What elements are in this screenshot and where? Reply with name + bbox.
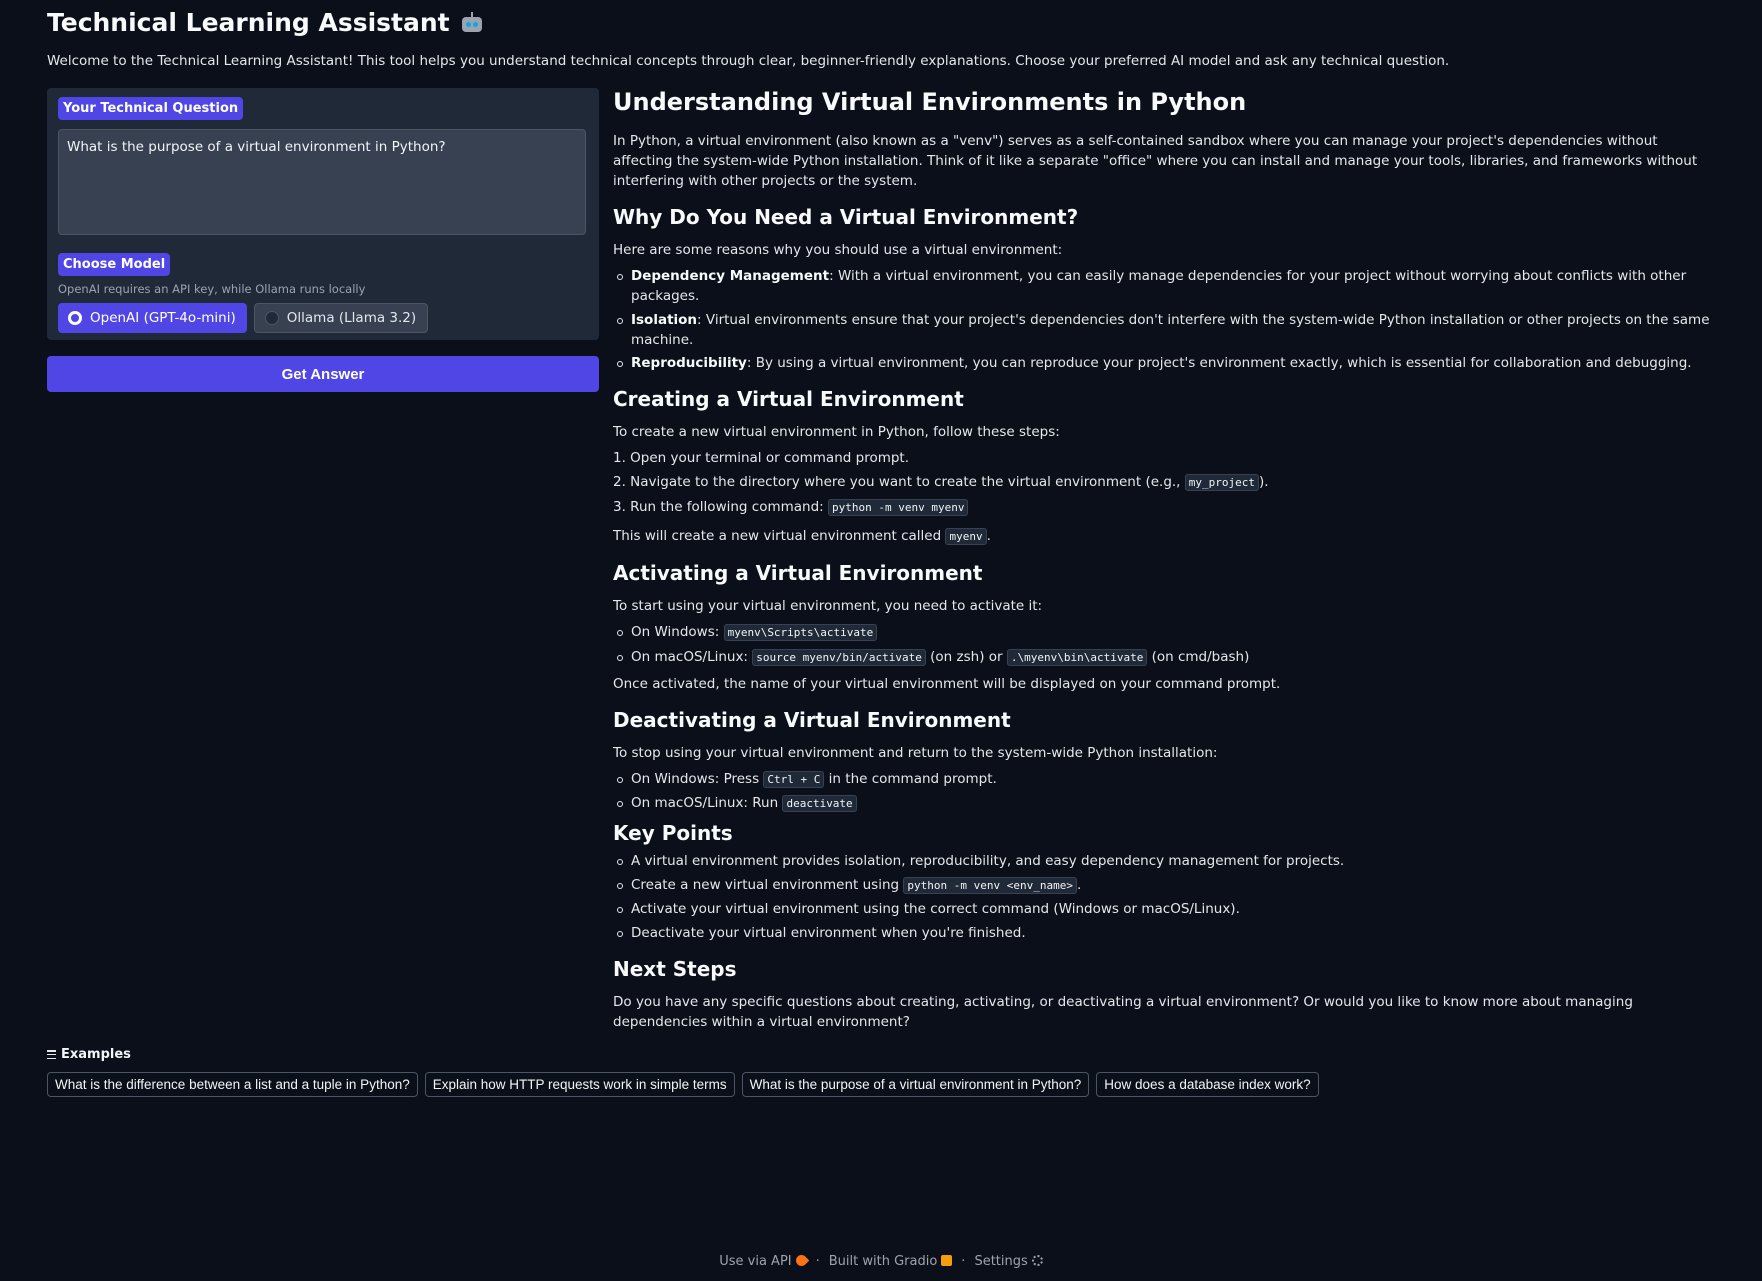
step-item: 1. Open your terminal or command prompt. [613,450,910,466]
list-item: Isolation: Virtual environments ensure t… [617,310,1715,350]
footer: Use via API · Built with Gradio · Settin… [0,1252,1762,1269]
radio-unselected-icon [264,311,279,325]
code-inline: python -m venv <env_name> [903,876,1077,894]
next-heading: Next Steps [613,956,737,981]
list-item: On Windows: Press Ctrl + C in the comman… [617,769,1715,790]
examples-header: Examples [47,1047,1319,1062]
input-panel: Your Technical Question What is the purp… [47,88,599,340]
list-item: On macOS/Linux: Run deactivate [617,793,1715,814]
use-api-link[interactable]: Use via API [719,1252,809,1269]
model-label: Choose Model [58,253,171,276]
model-radio-group: OpenAI (GPT-4o-mini) Ollama (Llama 3.2) [58,303,429,333]
code-inline: myenv\Scripts\activate [723,624,878,641]
deactivate-heading: Deactivating a Virtual Environment [613,707,1011,732]
answer-intro: In Python, a virtual environment (also k… [613,133,1698,189]
create-result: This will create a new virtual environme… [613,528,991,545]
step-item: 2. Navigate to the directory where you w… [613,474,1269,491]
page-title: Technical Learning Assistant [47,8,450,37]
keypoints-heading: Key Points [613,821,733,845]
activate-after: Once activated, the name of your virtual… [613,675,1281,692]
list-item: Reproducibility: By using a virtual envi… [617,353,1715,373]
deactivate-list: On Windows: Press Ctrl + C in the comman… [613,769,1715,815]
code-inline: my_project [1184,474,1259,491]
list-item: Deactivate your virtual environment when… [617,923,1715,943]
examples-label: Examples [61,1047,131,1062]
radio-selected-icon [68,311,82,325]
robot-icon [460,11,484,35]
example-button[interactable]: What is the purpose of a virtual environ… [741,1072,1090,1097]
activate-list: On Windows: myenv\Scripts\activate On ma… [613,622,1715,668]
example-button[interactable]: What is the difference between a list an… [47,1072,418,1097]
list-item: A virtual environment provides isolation… [617,851,1715,871]
step-item: 3. Run the following command: python -m … [613,497,1715,518]
gradio-logo-icon [941,1255,953,1266]
list-icon [47,1050,56,1059]
footer-separator: · [961,1254,966,1269]
question-input[interactable]: What is the purpose of a virtual environ… [58,129,586,235]
code-inline: Ctrl + C [763,770,825,788]
examples-list: What is the difference between a list an… [47,1072,1319,1097]
rocket-icon [793,1252,809,1269]
keypoints-list: A virtual environment provides isolation… [613,851,1715,943]
answer-title: Understanding Virtual Environments in Py… [613,88,1247,116]
list-item: On Windows: myenv\Scripts\activate [617,622,1715,643]
code-inline: .\myenv\bin\activate [1006,648,1148,666]
create-steps: 1. Open your terminal or command prompt.… [613,448,1715,518]
radio-openai-label: OpenAI (GPT-4o-mini) [90,310,236,326]
examples-section: Examples What is the difference between … [47,1047,1319,1097]
radio-openai[interactable]: OpenAI (GPT-4o-mini) [58,303,247,333]
intro-text: Welcome to the Technical Learning Assist… [47,53,1450,69]
create-heading: Creating a Virtual Environment [613,387,964,411]
settings-link[interactable]: Settings [974,1254,1043,1269]
radio-ollama-label: Ollama (Llama 3.2) [286,310,417,326]
deactivate-lead: To stop using your virtual environment a… [613,744,1218,761]
question-label: Your Technical Question [58,97,244,120]
footer-separator: · [815,1254,820,1269]
gear-icon [1031,1255,1043,1266]
example-button[interactable]: How does a database index work? [1096,1072,1319,1097]
code-inline: myenv [945,528,987,545]
activate-lead: To start using your virtual environment,… [613,598,1043,614]
example-button[interactable]: Explain how HTTP requests work in simple… [424,1072,735,1097]
list-item: Activate your virtual environment using … [617,899,1715,919]
list-item: Create a new virtual environment using p… [617,875,1715,896]
get-answer-button[interactable]: Get Answer [47,356,599,392]
code-inline: python -m venv myenv [828,499,969,516]
answer-markdown: Understanding Virtual Environments in Py… [613,86,1715,1038]
create-lead: To create a new virtual environment in P… [613,424,1060,440]
why-list: Dependency Management: With a virtual en… [613,266,1715,373]
list-item: On macOS/Linux: source myenv/bin/activat… [617,647,1715,668]
code-inline: source myenv/bin/activate [752,648,926,666]
radio-ollama[interactable]: Ollama (Llama 3.2) [253,303,429,333]
list-item: Dependency Management: With a virtual en… [617,266,1715,306]
built-with-gradio-link[interactable]: Built with Gradio [829,1254,953,1269]
activate-heading: Activating a Virtual Environment [613,561,983,585]
model-info: OpenAI requires an API key, while Ollama… [58,282,366,296]
why-heading: Why Do You Need a Virtual Environment? [613,205,1079,229]
title-row: Technical Learning Assistant [47,8,484,37]
why-lead: Here are some reasons why you should use… [613,242,1063,258]
code-inline: deactivate [782,795,857,812]
next-text: Do you have any specific questions about… [613,993,1633,1030]
